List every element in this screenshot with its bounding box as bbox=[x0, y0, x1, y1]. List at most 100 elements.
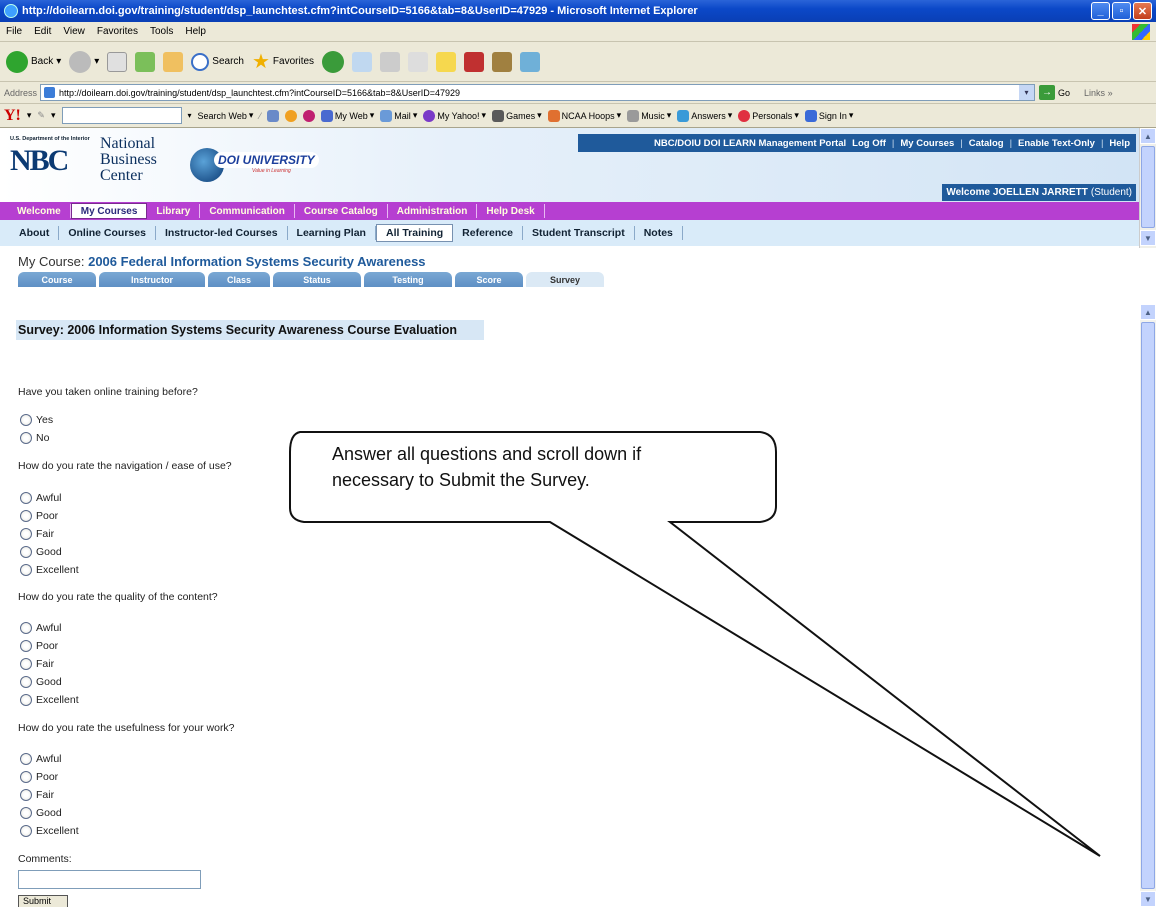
survey-scrollbar[interactable]: ▲ ▼ bbox=[1140, 304, 1156, 907]
sub-nav-reference[interactable]: Reference bbox=[453, 226, 523, 240]
search-web-button[interactable]: Search Web ▾ bbox=[198, 110, 254, 121]
main-nav-communication[interactable]: Communication bbox=[200, 204, 295, 218]
menu-tools[interactable]: Tools bbox=[150, 26, 173, 37]
yahoo-logo-icon[interactable]: Y! bbox=[4, 107, 21, 125]
radio-button[interactable] bbox=[20, 807, 32, 819]
q1-option-no[interactable]: No bbox=[20, 432, 49, 444]
menu-file[interactable]: File bbox=[6, 26, 22, 37]
radio-button[interactable] bbox=[20, 640, 32, 652]
yahoo-my-web[interactable]: My Web ▾ bbox=[320, 109, 374, 122]
search-button[interactable]: Search bbox=[191, 52, 244, 71]
q3-option-good[interactable]: Good bbox=[20, 676, 62, 688]
survey-scroll-thumb[interactable] bbox=[1141, 322, 1155, 889]
radio-button[interactable] bbox=[20, 676, 32, 688]
q4-option-good[interactable]: Good bbox=[20, 807, 62, 819]
radio-button[interactable] bbox=[20, 825, 32, 837]
q2-option-awful[interactable]: Awful bbox=[20, 492, 62, 504]
history-icon[interactable] bbox=[322, 50, 345, 73]
sub-nav-instructor-led-courses[interactable]: Instructor-led Courses bbox=[156, 226, 288, 240]
discuss-icon[interactable] bbox=[436, 51, 457, 72]
address-input[interactable]: http://doilearn.doi.gov/training/student… bbox=[40, 84, 1036, 101]
sub-nav-student-transcript[interactable]: Student Transcript bbox=[523, 226, 635, 240]
radio-button[interactable] bbox=[20, 753, 32, 765]
radio-button[interactable] bbox=[20, 528, 32, 540]
q4-option-awful[interactable]: Awful bbox=[20, 753, 62, 765]
sub-nav-notes[interactable]: Notes bbox=[635, 226, 683, 240]
highlight-icon[interactable]: ⁄ bbox=[259, 111, 261, 121]
q3-option-excellent[interactable]: Excellent bbox=[20, 694, 79, 706]
q2-option-good[interactable]: Good bbox=[20, 546, 62, 558]
outer-scroll-up-icon[interactable]: ▲ bbox=[1140, 128, 1156, 144]
menu-view[interactable]: View bbox=[63, 26, 85, 37]
close-button[interactable]: ✕ bbox=[1133, 2, 1152, 20]
messenger-icon[interactable] bbox=[492, 51, 513, 72]
survey-scroll-down-icon[interactable]: ▼ bbox=[1140, 891, 1156, 907]
tab-status[interactable]: Status bbox=[273, 272, 361, 287]
q4-option-excellent[interactable]: Excellent bbox=[20, 825, 79, 837]
favorites-button[interactable]: ★ Favorites bbox=[252, 49, 314, 74]
stop-icon[interactable] bbox=[107, 51, 128, 72]
catalog-link[interactable]: Catalog bbox=[969, 138, 1004, 149]
links-button[interactable]: Links » bbox=[1084, 88, 1113, 98]
main-nav-welcome[interactable]: Welcome bbox=[8, 204, 71, 218]
menu-help[interactable]: Help bbox=[185, 26, 206, 37]
tab-testing[interactable]: Testing bbox=[364, 272, 452, 287]
print-icon[interactable] bbox=[380, 51, 401, 72]
help-link[interactable]: Help bbox=[1109, 138, 1130, 149]
refresh-icon[interactable] bbox=[135, 51, 156, 72]
radio-button[interactable] bbox=[20, 432, 32, 444]
sub-nav-online-courses[interactable]: Online Courses bbox=[59, 226, 156, 240]
maximize-button[interactable]: ▫ bbox=[1112, 2, 1131, 20]
comments-input[interactable] bbox=[18, 870, 201, 889]
radio-button[interactable] bbox=[20, 546, 32, 558]
main-nav-my-courses[interactable]: My Courses bbox=[70, 203, 148, 219]
radio-button[interactable] bbox=[20, 789, 32, 801]
menu-edit[interactable]: Edit bbox=[34, 26, 51, 37]
pencil-icon[interactable]: ✎ bbox=[37, 110, 45, 121]
q4-option-poor[interactable]: Poor bbox=[20, 771, 58, 783]
yahoo-music[interactable]: Music ▾ bbox=[627, 109, 671, 122]
research-icon[interactable] bbox=[464, 51, 485, 72]
main-nav-administration[interactable]: Administration bbox=[388, 204, 478, 218]
edit-icon[interactable] bbox=[408, 51, 429, 72]
radio-button[interactable] bbox=[20, 622, 32, 634]
q3-option-poor[interactable]: Poor bbox=[20, 640, 58, 652]
back-button[interactable]: Back ▾ bbox=[6, 50, 61, 73]
q2-option-poor[interactable]: Poor bbox=[20, 510, 58, 522]
yahoo-sign-in[interactable]: Sign In ▾ bbox=[804, 109, 853, 122]
outer-scroll-down-icon[interactable]: ▼ bbox=[1140, 230, 1156, 246]
outer-scrollbar[interactable]: ▲ ▼ bbox=[1139, 128, 1156, 248]
outer-scroll-thumb[interactable] bbox=[1141, 146, 1155, 228]
radio-button[interactable] bbox=[20, 694, 32, 706]
q4-option-fair[interactable]: Fair bbox=[20, 789, 54, 801]
radio-button[interactable] bbox=[20, 771, 32, 783]
yahoo-mail[interactable]: Mail ▾ bbox=[380, 109, 417, 122]
survey-scroll-up-icon[interactable]: ▲ bbox=[1140, 304, 1156, 320]
yahoo-my-yahoo[interactable]: My Yahoo! ▾ bbox=[423, 109, 486, 122]
q2-option-excellent[interactable]: Excellent bbox=[20, 564, 79, 576]
sub-nav-learning-plan[interactable]: Learning Plan bbox=[288, 226, 376, 240]
enable-text-only-link[interactable]: Enable Text-Only bbox=[1018, 138, 1095, 149]
users-icon[interactable] bbox=[520, 51, 541, 72]
my-courses-link[interactable]: My Courses bbox=[900, 138, 954, 149]
forward-button[interactable]: ▾ bbox=[69, 50, 99, 73]
yahoo-games[interactable]: Games ▾ bbox=[492, 109, 542, 122]
radio-button[interactable] bbox=[20, 492, 32, 504]
tab-class[interactable]: Class bbox=[208, 272, 270, 287]
yahoo-personals[interactable]: Personals ▾ bbox=[738, 109, 799, 122]
tab-course[interactable]: Course bbox=[18, 272, 96, 287]
yahoo-search-dropdown-icon[interactable]: ▾ bbox=[188, 111, 192, 120]
window-icon[interactable] bbox=[266, 109, 279, 122]
antispy-icon[interactable] bbox=[284, 109, 297, 122]
popup-blocker-icon[interactable] bbox=[302, 109, 315, 122]
yahoo-search-input[interactable] bbox=[61, 107, 182, 124]
q1-option-yes[interactable]: Yes bbox=[20, 414, 53, 426]
address-dropdown-icon[interactable]: ▾ bbox=[1019, 85, 1035, 100]
radio-button[interactable] bbox=[20, 658, 32, 670]
sub-nav-about[interactable]: About bbox=[10, 226, 60, 240]
radio-button[interactable] bbox=[20, 510, 32, 522]
log-off-link[interactable]: Log Off bbox=[852, 138, 886, 149]
yahoo-answers[interactable]: Answers ▾ bbox=[677, 109, 732, 122]
minimize-button[interactable]: _ bbox=[1091, 2, 1110, 20]
menu-favorites[interactable]: Favorites bbox=[97, 26, 138, 37]
